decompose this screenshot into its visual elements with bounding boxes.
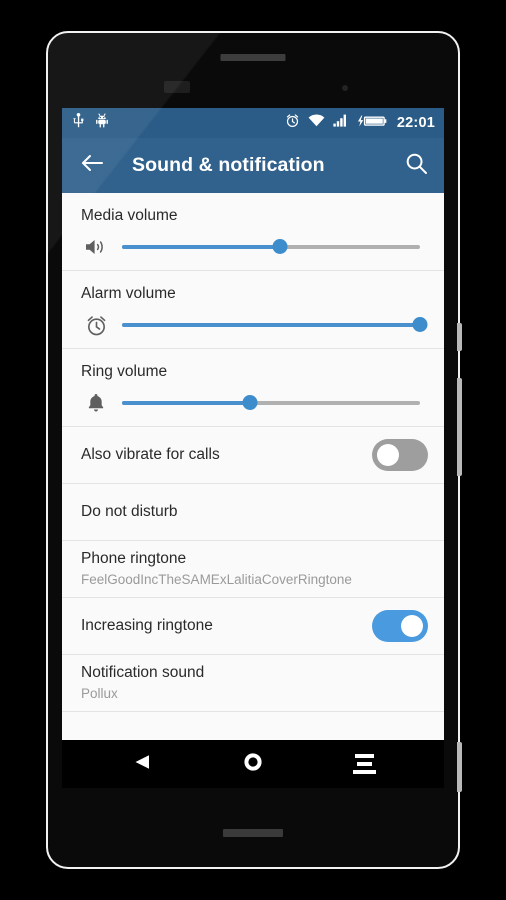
row-text: Notification sound Pollux <box>81 663 204 703</box>
list-item-do-not-disturb[interactable]: Do not disturb <box>62 484 444 541</box>
nav-back-button[interactable] <box>116 744 168 784</box>
row-text: Also vibrate for calls <box>81 445 372 465</box>
slider-thumb[interactable] <box>242 395 258 410</box>
row-title: Ring volume <box>81 363 168 380</box>
list-item-alarm-volume[interactable]: Alarm volume <box>62 271 444 349</box>
signal-icon <box>333 114 348 132</box>
list-item-ring-volume[interactable]: Ring volume <box>62 349 444 427</box>
volume-rocker-button[interactable] <box>457 378 462 476</box>
slider-track-fill <box>122 323 420 327</box>
alarm-volume-slider[interactable] <box>81 313 428 337</box>
slider-track[interactable] <box>122 393 420 413</box>
page-title: Sound & notification <box>132 154 325 176</box>
media-volume-slider[interactable] <box>81 235 428 259</box>
list-item-phone-ringtone[interactable]: Phone ringtone FeelGoodIncTheSAMExLaliti… <box>62 541 444 598</box>
android-debug-icon <box>95 113 109 133</box>
list-item-media-volume[interactable]: Media volume <box>62 193 444 271</box>
app-bar: Sound & notification <box>62 138 444 193</box>
row-title: Also vibrate for calls <box>81 446 220 463</box>
slider-track[interactable] <box>122 237 420 257</box>
speaker-icon <box>81 235 111 259</box>
also-vibrate-for-calls-switch[interactable] <box>372 439 428 471</box>
slider-thumb[interactable] <box>272 239 288 254</box>
camera-shutter-button[interactable] <box>457 742 462 792</box>
row-text: Phone ringtone FeelGoodIncTheSAMExLaliti… <box>81 549 352 589</box>
search-button[interactable] <box>402 152 430 180</box>
switch-knob <box>401 615 423 637</box>
status-bar-right-icons: 22:01 <box>285 113 435 133</box>
back-button[interactable] <box>78 152 106 180</box>
search-icon <box>405 152 428 180</box>
phone-device: 22:01 Sound & notification Media volume … <box>46 31 462 869</box>
row-text: Increasing ringtone <box>81 616 372 636</box>
battery-charging-icon <box>356 114 387 133</box>
front-camera <box>342 85 348 91</box>
row-subtitle: Pollux <box>81 686 118 701</box>
status-bar: 22:01 <box>62 108 444 138</box>
settings-list: Media volume Alarm volume Ring volume Al… <box>62 193 444 740</box>
slider-track-fill <box>122 245 280 249</box>
slider-thumb[interactable] <box>412 317 428 332</box>
power-button[interactable] <box>457 323 462 351</box>
circle-home-icon <box>243 752 263 777</box>
proximity-sensor <box>164 81 190 93</box>
row-title: Phone ringtone <box>81 550 187 567</box>
slider-track[interactable] <box>122 315 428 335</box>
slider-track-fill <box>122 401 251 405</box>
list-item-notification-sound[interactable]: Notification sound Pollux <box>62 655 444 712</box>
row-title: Media volume <box>81 207 178 224</box>
row-title: Notification sound <box>81 664 205 681</box>
recents-lines-icon <box>352 754 376 774</box>
row-title: Alarm volume <box>81 285 176 302</box>
row-title: Do not disturb <box>81 503 178 520</box>
increasing-ringtone-switch[interactable] <box>372 610 428 642</box>
row-subtitle: FeelGoodIncTheSAMExLalitiaCoverRingtone <box>81 572 352 587</box>
alarm-clock-icon <box>81 313 111 337</box>
earpiece-speaker <box>220 54 286 61</box>
status-bar-left-icons <box>72 113 109 133</box>
list-item-increasing-ringtone[interactable]: Increasing ringtone <box>62 598 444 655</box>
arrow-left-icon <box>80 153 104 178</box>
list-item-also-vibrate-for-calls[interactable]: Also vibrate for calls <box>62 427 444 484</box>
navigation-bar <box>62 740 444 788</box>
wifi-icon <box>308 114 325 132</box>
phone-screen: 22:01 Sound & notification Media volume … <box>62 108 444 788</box>
bottom-speaker <box>223 829 283 837</box>
bell-icon <box>81 391 111 415</box>
triangle-back-icon <box>132 752 151 777</box>
usb-icon <box>72 113 85 133</box>
ring-volume-slider[interactable] <box>81 391 428 415</box>
nav-recents-button[interactable] <box>338 744 390 784</box>
status-clock: 22:01 <box>396 115 435 131</box>
alarm-icon <box>285 113 300 133</box>
row-title: Increasing ringtone <box>81 617 213 634</box>
nav-home-button[interactable] <box>227 744 279 784</box>
switch-knob <box>377 444 399 466</box>
